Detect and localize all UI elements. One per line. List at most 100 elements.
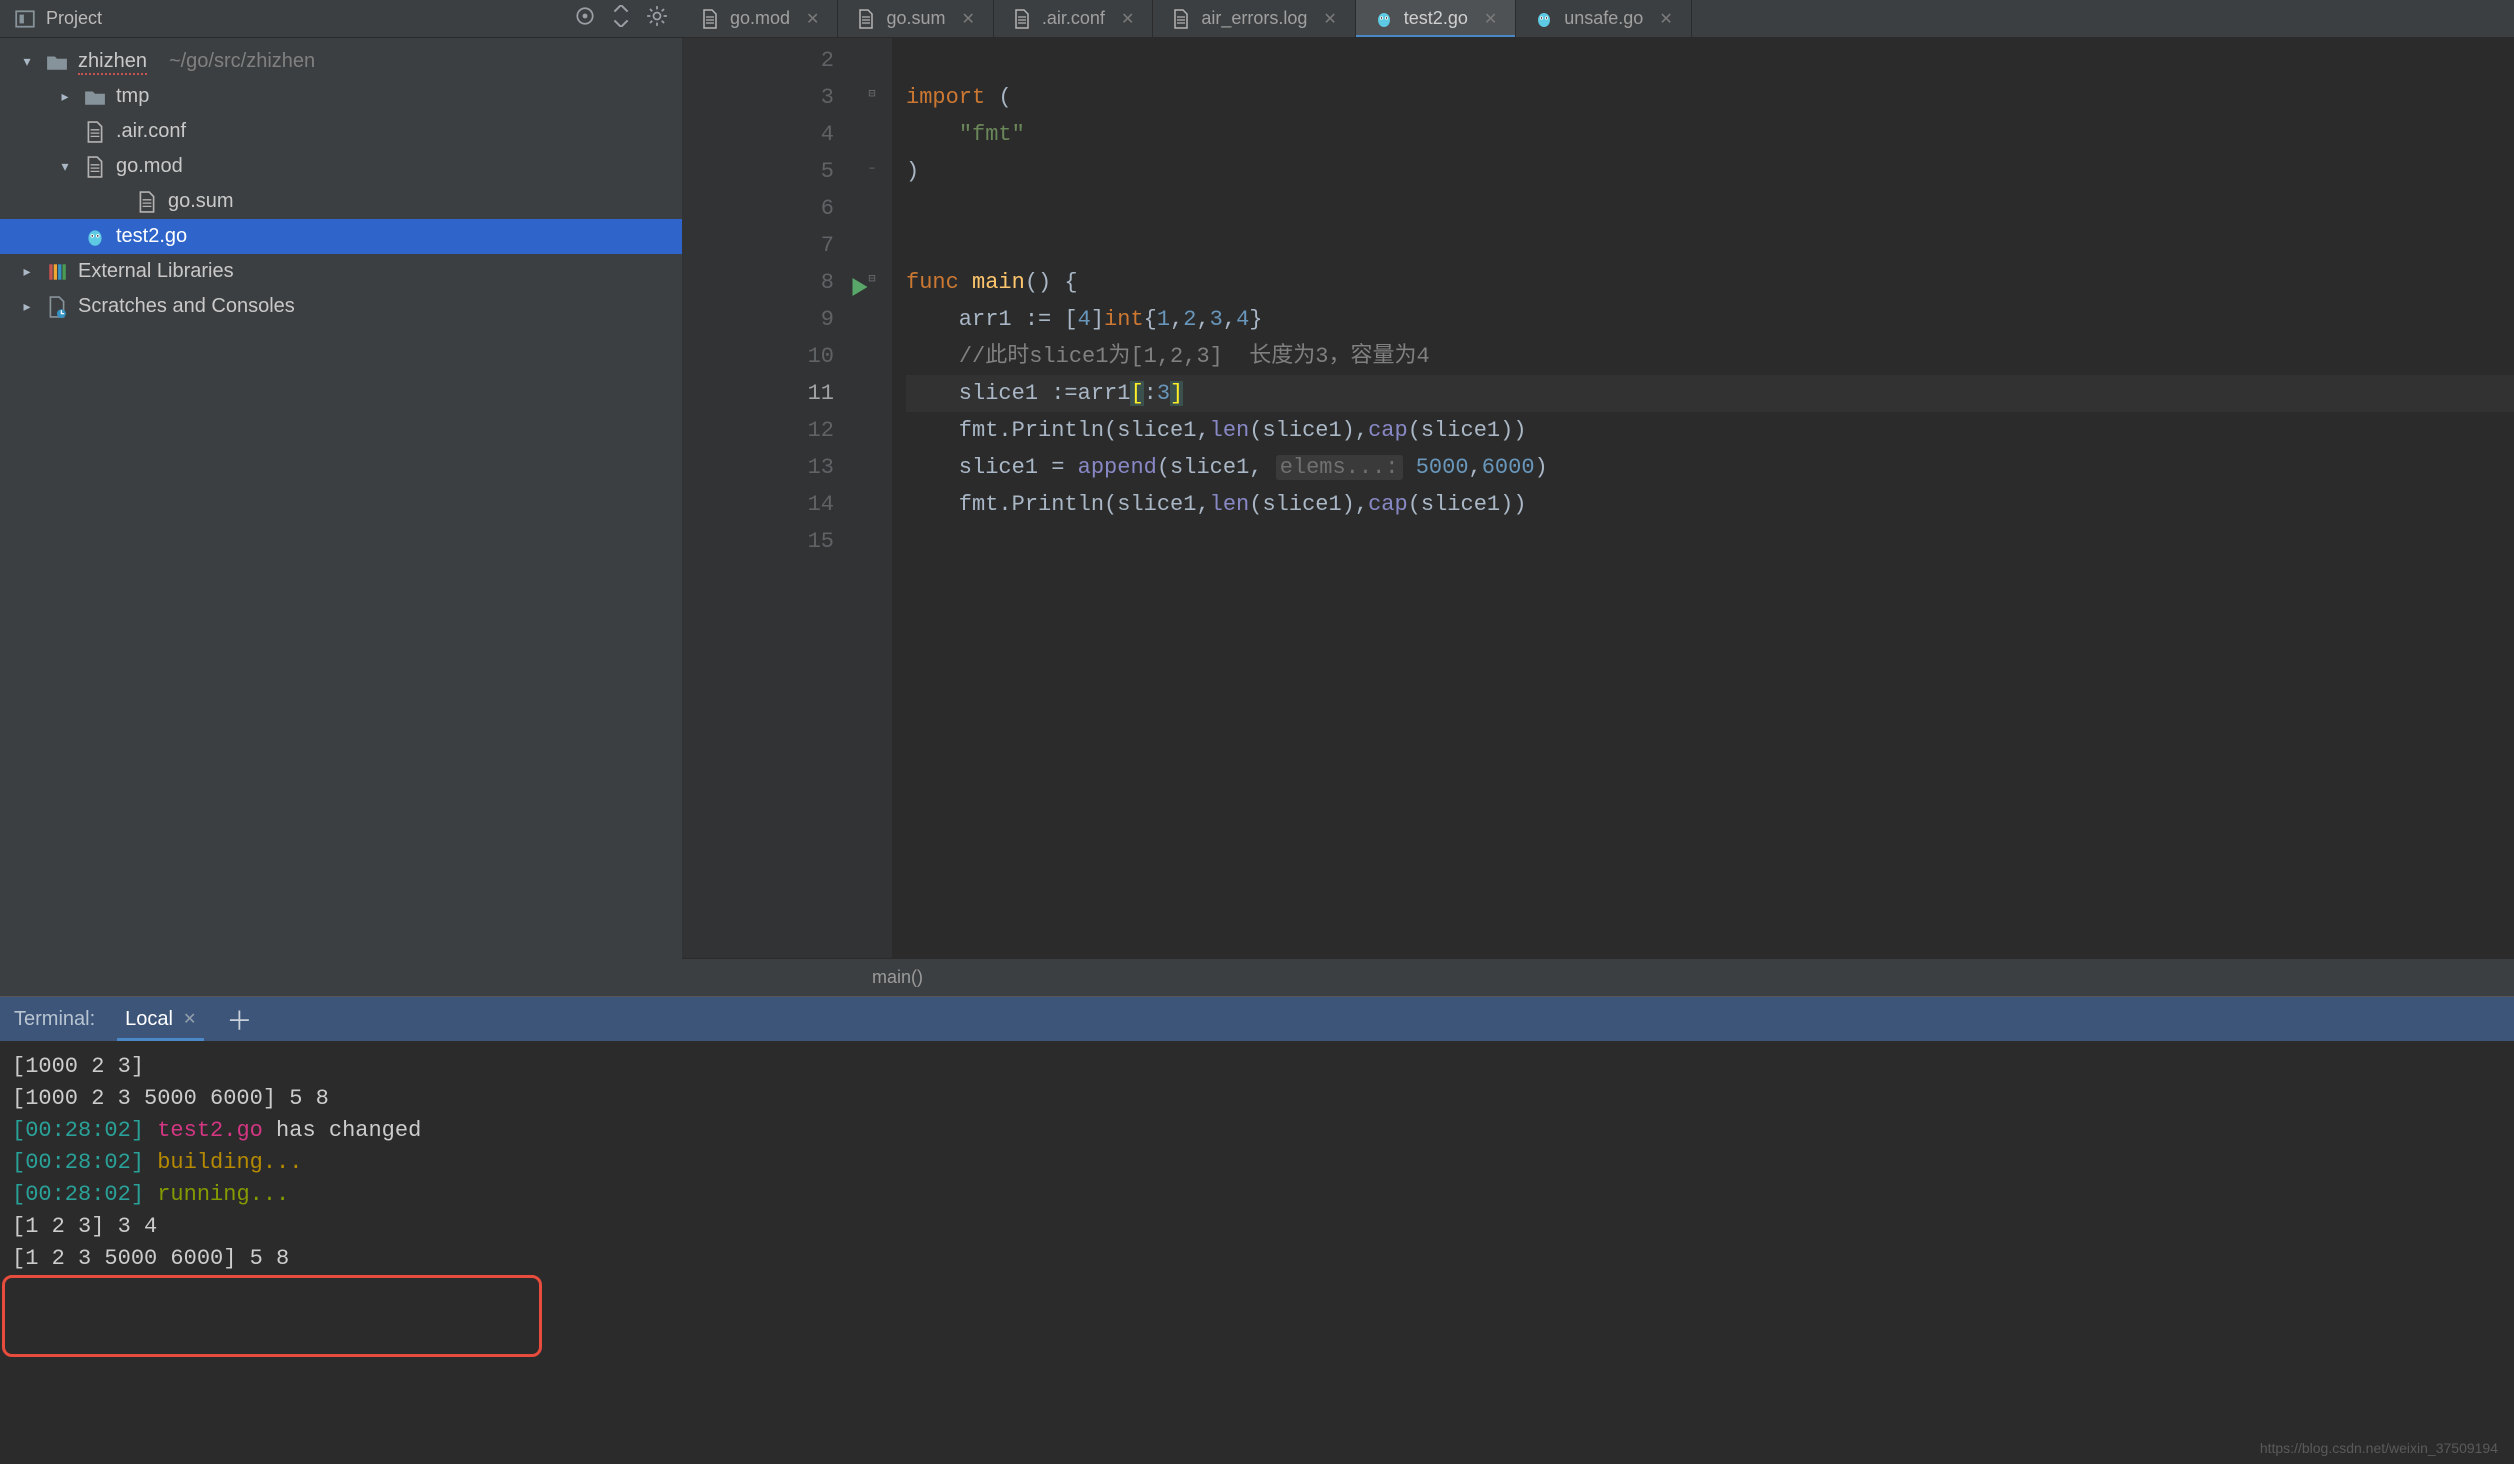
editor[interactable]: 23456789101112131415 ⊟–⊟ import ( "fmt")…: [682, 38, 2514, 996]
code-line[interactable]: fmt.Println(slice1,len(slice1),cap(slice…: [906, 412, 2514, 449]
tab-label: .air.conf: [1042, 8, 1105, 29]
fold-marker[interactable]: –: [852, 149, 892, 186]
close-icon[interactable]: ✕: [1323, 9, 1336, 29]
chevron-right-icon: ▸: [18, 298, 36, 315]
close-icon[interactable]: ✕: [1484, 9, 1497, 29]
line-number[interactable]: 8: [682, 264, 834, 301]
terminal-line: [00:28:02] building...: [12, 1147, 2502, 1179]
tree-item--air-conf[interactable]: .air.conf: [0, 114, 682, 149]
gopher-icon: [84, 226, 106, 248]
code-line[interactable]: slice1 = append(slice1, elems...: 5000,6…: [906, 449, 2514, 486]
terminal-output[interactable]: [1000 2 3][1000 2 3 5000 6000] 5 8[00:28…: [0, 1041, 2514, 1464]
tree-item-tmp[interactable]: ▸tmp: [0, 79, 682, 114]
line-number[interactable]: 11: [682, 375, 834, 412]
terminal-panel: Terminal: Local ✕ ＋ [1000 2 3][1000 2 3 …: [0, 996, 2514, 1464]
code-line[interactable]: [906, 190, 2514, 227]
file-icon: [856, 9, 876, 29]
line-number[interactable]: 6: [682, 190, 834, 227]
line-number[interactable]: 13: [682, 449, 834, 486]
code-line[interactable]: [906, 227, 2514, 264]
code-line[interactable]: [906, 523, 2514, 560]
fold-marker[interactable]: [852, 482, 892, 519]
fold-gutter[interactable]: ⊟–⊟: [852, 38, 892, 958]
fold-marker[interactable]: [852, 371, 892, 408]
line-number[interactable]: 3: [682, 79, 834, 116]
line-number[interactable]: 10: [682, 338, 834, 375]
chevron-down-icon: ▾: [18, 53, 36, 70]
code-line[interactable]: func main() {: [906, 264, 2514, 301]
line-number[interactable]: 9: [682, 301, 834, 338]
tab-label: air_errors.log: [1201, 8, 1307, 29]
editor-tab-go-sum[interactable]: go.sum✕: [838, 0, 993, 37]
tab-label: unsafe.go: [1564, 8, 1643, 29]
code-line[interactable]: fmt.Println(slice1,len(slice1),cap(slice…: [906, 486, 2514, 523]
line-number[interactable]: 5: [682, 153, 834, 190]
tree-label: go.sum: [168, 190, 234, 213]
terminal-tab-label: Local: [125, 1008, 173, 1031]
tree-label: tmp: [116, 85, 149, 108]
project-tree[interactable]: ▾zhizhen~/go/src/zhizhen▸tmp.air.conf▾go…: [0, 38, 682, 996]
editor-tab-unsafe-go[interactable]: unsafe.go ✕: [1516, 0, 1691, 37]
editor-tabs: go.mod✕go.sum✕.air.conf✕air_errors.log✕t…: [682, 0, 2514, 37]
line-number[interactable]: 14: [682, 486, 834, 523]
editor-tab-go-mod[interactable]: go.mod ✕: [682, 0, 838, 37]
editor-tab-air-errors-log[interactable]: air_errors.log ✕: [1153, 0, 1355, 37]
tree-item-zhizhen[interactable]: ▾zhizhen~/go/src/zhizhen: [0, 44, 682, 79]
code-line[interactable]: //此时slice1为[1,2,3] 长度为3，容量为4: [906, 338, 2514, 375]
expand-icon[interactable]: [610, 5, 632, 33]
gear-icon[interactable]: [646, 5, 668, 33]
close-icon[interactable]: ✕: [806, 9, 819, 29]
file-icon: [84, 121, 106, 143]
terminal-tab-local[interactable]: Local ✕: [117, 997, 204, 1041]
annotation-highlight: [2, 1275, 542, 1357]
code-line[interactable]: [906, 42, 2514, 79]
tree-label: Scratches and Consoles: [78, 295, 295, 318]
editor-tab-test2-go[interactable]: test2.go✕: [1356, 0, 1516, 37]
target-icon[interactable]: [574, 5, 596, 33]
fold-marker[interactable]: [852, 408, 892, 445]
close-icon[interactable]: ✕: [1659, 9, 1672, 29]
code-line[interactable]: "fmt": [906, 116, 2514, 153]
fold-marker[interactable]: [852, 334, 892, 371]
editor-tab--air-conf[interactable]: .air.conf ✕: [994, 0, 1153, 37]
chevron-right-icon: ▸: [18, 263, 36, 280]
fold-marker[interactable]: [852, 112, 892, 149]
tree-item-scratches-and-consoles[interactable]: ▸ Scratches and Consoles: [0, 289, 682, 324]
code-lines[interactable]: import ( "fmt") func main() { arr1 := [4]…: [892, 38, 2514, 958]
fold-marker[interactable]: ⊟: [852, 75, 892, 112]
terminal-line: [1000 2 3 5000 6000] 5 8: [12, 1083, 2502, 1115]
close-icon[interactable]: ✕: [1121, 9, 1134, 29]
line-number-gutter[interactable]: 23456789101112131415: [682, 38, 852, 958]
project-tool-label[interactable]: Project: [14, 8, 102, 30]
file-icon: [700, 9, 720, 29]
close-icon[interactable]: ✕: [961, 9, 974, 29]
fold-marker[interactable]: [852, 38, 892, 75]
fold-marker[interactable]: [852, 445, 892, 482]
fold-marker[interactable]: [852, 186, 892, 223]
code-line[interactable]: ): [906, 153, 2514, 190]
run-gutter-icon[interactable]: [852, 272, 868, 309]
close-icon[interactable]: ✕: [183, 1009, 196, 1029]
tree-label: .air.conf: [116, 120, 186, 143]
tree-item-go-sum[interactable]: go.sum: [0, 184, 682, 219]
tree-item-external-libraries[interactable]: ▸External Libraries: [0, 254, 682, 289]
code-line[interactable]: import (: [906, 79, 2514, 116]
code-line[interactable]: arr1 := [4]int{1,2,3,4}: [906, 301, 2514, 338]
tree-item-go-mod[interactable]: ▾go.mod: [0, 149, 682, 184]
terminal-line: [00:28:02] running...: [12, 1179, 2502, 1211]
line-number[interactable]: 12: [682, 412, 834, 449]
tree-label: go.mod: [116, 155, 183, 178]
line-number[interactable]: 7: [682, 227, 834, 264]
fold-marker[interactable]: [852, 519, 892, 556]
fold-marker[interactable]: [852, 223, 892, 260]
terminal-line: [1 2 3 5000 6000] 5 8: [12, 1243, 2502, 1275]
breadcrumb[interactable]: main(): [682, 958, 2514, 996]
tree-item-test2-go[interactable]: test2.go: [0, 219, 682, 254]
line-number[interactable]: 4: [682, 116, 834, 153]
line-number[interactable]: 2: [682, 42, 834, 79]
project-icon: [14, 8, 36, 30]
add-terminal-button[interactable]: ＋: [226, 1001, 252, 1038]
tab-label: go.mod: [730, 8, 790, 29]
line-number[interactable]: 15: [682, 523, 834, 560]
code-line[interactable]: slice1 :=arr1[:3]: [906, 375, 2514, 412]
